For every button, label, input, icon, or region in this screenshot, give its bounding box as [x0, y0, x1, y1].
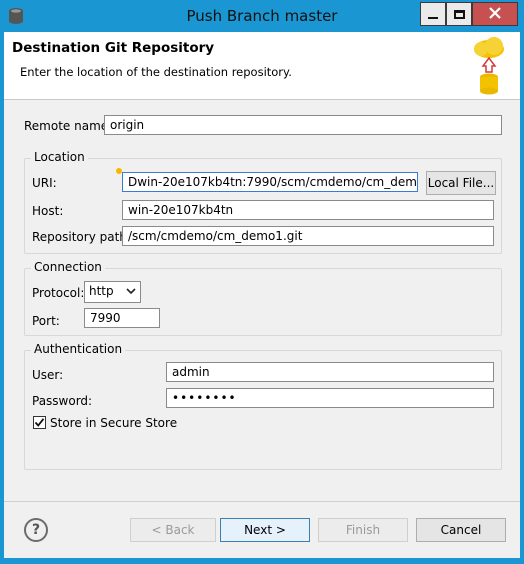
dialog-client: Destination Git Repository Enter the loc… — [4, 32, 520, 558]
footer-divider — [4, 501, 520, 502]
host-label: Host: — [32, 204, 64, 218]
help-button[interactable]: ? — [24, 518, 48, 542]
password-label: Password: — [32, 394, 93, 408]
dialog-window: Push Branch master Destination Git Repos… — [0, 0, 524, 564]
maximize-button[interactable] — [446, 2, 472, 26]
user-label: User: — [32, 368, 64, 382]
finish-button[interactable]: Finish — [318, 518, 408, 542]
minimize-button[interactable] — [420, 2, 446, 26]
repository-path-label: Repository path: — [32, 230, 131, 244]
password-input[interactable]: •••••••• — [166, 388, 494, 408]
push-repository-icon — [464, 36, 514, 96]
location-group-title: Location — [31, 150, 88, 164]
wizard-header: Destination Git Repository Enter the loc… — [4, 32, 520, 100]
host-input[interactable]: win-20e107kb4tn — [122, 200, 494, 220]
uri-input[interactable]: Dwin-20e107kb4tn:7990/scm/cmdemo/cm_demo… — [122, 172, 418, 192]
protocol-value: http — [89, 284, 114, 298]
title-bar[interactable]: Push Branch master — [0, 0, 524, 32]
store-secure-checkbox[interactable] — [33, 416, 46, 429]
cancel-button[interactable]: Cancel — [416, 518, 506, 542]
chevron-down-icon — [126, 285, 136, 300]
back-button[interactable]: < Back — [130, 518, 216, 542]
port-input[interactable]: 7990 — [84, 308, 160, 328]
connection-group-title: Connection — [31, 260, 105, 274]
page-title: Destination Git Repository — [12, 40, 215, 56]
minimize-icon — [428, 17, 438, 19]
authentication-group-title: Authentication — [31, 342, 126, 356]
local-file-button[interactable]: Local File... — [426, 171, 496, 195]
maximize-icon — [453, 9, 465, 19]
port-label: Port: — [32, 314, 60, 328]
next-button[interactable]: Next > — [220, 518, 310, 542]
uri-label: URI: — [32, 176, 57, 190]
protocol-select[interactable]: http — [84, 281, 141, 303]
user-input[interactable]: admin — [166, 362, 494, 382]
checkmark-icon — [34, 417, 45, 428]
close-button[interactable] — [472, 2, 518, 26]
close-icon — [489, 6, 501, 22]
store-secure-label: Store in Secure Store — [50, 416, 178, 430]
remote-name-label: Remote name: — [24, 119, 113, 133]
page-description: Enter the location of the destination re… — [20, 65, 292, 79]
repository-path-input[interactable]: /scm/cmdemo/cm_demo1.git — [122, 226, 494, 246]
remote-name-input[interactable]: origin — [104, 115, 502, 135]
protocol-label: Protocol: — [32, 286, 85, 300]
help-icon: ? — [31, 522, 41, 538]
